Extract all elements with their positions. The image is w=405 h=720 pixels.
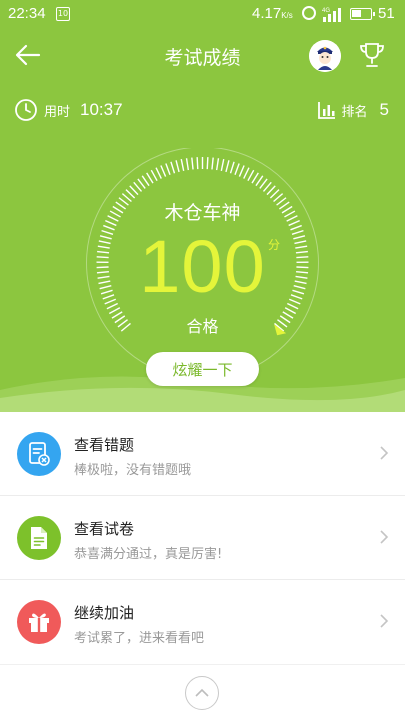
avatar-image (309, 40, 341, 72)
clock-icon (15, 99, 37, 121)
score-header: 22:34 10 4.17K/s 4G 51 考试成绩 用时 10:37 排名 … (0, 0, 405, 412)
time-label: 用时 (44, 104, 71, 120)
gauge-tick (146, 172, 154, 184)
gauge-tick (255, 175, 264, 187)
gauge-tick (234, 163, 240, 176)
gauge-tick (243, 167, 250, 179)
network-speed-value: 4.17 (252, 5, 282, 22)
status-time: 22:34 (8, 5, 46, 22)
trophy-button[interactable] (356, 38, 388, 72)
gauge-tick (160, 165, 167, 177)
scroll-up-button[interactable] (185, 676, 219, 710)
gauge-tick (170, 161, 176, 174)
list-item-view-paper[interactable]: 查看试卷 恭喜满分通过，真是厉害! (0, 496, 405, 580)
gauge-tick (211, 157, 214, 170)
gauge-tick (180, 159, 185, 172)
gauge-tick (125, 189, 136, 199)
gauge-tick (165, 163, 171, 176)
notification-icon: 10 (56, 7, 70, 21)
gauge-tick (269, 189, 280, 199)
chevron-up-icon (195, 688, 209, 697)
score-unit: 分 (268, 238, 281, 252)
pass-status: 合格 (186, 317, 219, 336)
bottom-bar (0, 664, 405, 720)
gauge-tick (229, 161, 235, 174)
rank-label: 排名 (341, 104, 368, 120)
gauge-tick (266, 185, 276, 196)
gauge-tick (196, 157, 199, 170)
rank[interactable]: 排名 5 (317, 96, 389, 124)
error-list-icon (29, 442, 50, 466)
bar-chart-icon (317, 102, 335, 119)
time-used: 用时 10:37 (14, 96, 123, 124)
chevron-right-icon (380, 446, 389, 460)
gauge-tick (191, 157, 194, 170)
rank-value: 5 (379, 100, 389, 119)
list-item-title: 查看错题 (74, 436, 135, 454)
gauge-tick (259, 178, 268, 189)
avatar[interactable] (309, 40, 341, 72)
score-value: 100 (139, 225, 266, 308)
list-item-subtitle: 恭喜满分通过，真是厉害! (74, 547, 223, 562)
menu-icon-bg (17, 600, 61, 644)
gauge-tick (251, 172, 259, 184)
list-item-subtitle: 考试累了，进来看看吧 (74, 631, 205, 646)
list-item-title: 继续加油 (74, 604, 135, 622)
page-title: 考试成绩 (164, 47, 241, 69)
gift-icon (29, 613, 49, 632)
share-button[interactable]: 炫耀一下 (146, 352, 259, 386)
network-type-label: 4G (322, 8, 330, 14)
gauge-tick (155, 167, 162, 179)
network-speed: 4.17K/s (252, 5, 293, 22)
gauge-tick (141, 175, 150, 187)
alarm-icon (302, 6, 316, 20)
menu-icon-bg (17, 432, 61, 476)
action-list: 查看错题 棒极啦，没有错题哦 查看试卷 恭喜满分通过，真是厉害! 继续加油 考试… (0, 412, 405, 664)
battery-icon (350, 8, 375, 20)
score-title: 木仓车神 (164, 202, 241, 224)
menu-icon-bg (17, 516, 61, 560)
status-bar: 22:34 10 4.17K/s 4G 51 (0, 0, 405, 28)
network-speed-unit: K/s (281, 11, 293, 20)
gauge-tick (129, 185, 139, 196)
list-item-subtitle: 棒极啦，没有错题哦 (74, 463, 192, 478)
chevron-right-icon (380, 530, 389, 544)
gauge-tick (137, 178, 146, 189)
gauge-tick (262, 181, 272, 192)
time-value: 10:37 (80, 100, 123, 119)
nav-bar: 考试成绩 (0, 30, 405, 80)
gauge-tick (133, 181, 143, 192)
gauge-tick (206, 157, 209, 170)
trophy-icon (360, 43, 384, 67)
gauge-tick (238, 165, 245, 177)
gauge-tick (150, 169, 158, 182)
gauge-tick (185, 158, 190, 171)
list-item-title: 查看试卷 (74, 520, 135, 538)
gauge-tick (175, 160, 180, 173)
gauge-tick (215, 158, 220, 171)
chevron-right-icon (380, 614, 389, 628)
gauge-tick (225, 160, 230, 173)
list-item-review-mistakes[interactable]: 查看错题 棒极啦，没有错题哦 (0, 412, 405, 496)
document-icon (31, 527, 47, 549)
signal-icon: 4G (322, 8, 341, 22)
gauge-tick (247, 169, 255, 182)
gauge-tick (220, 159, 225, 172)
battery-level: 51 (378, 5, 395, 22)
battery-fill (352, 10, 361, 17)
list-item-keep-going[interactable]: 继续加油 考试累了，进来看看吧 (0, 580, 405, 664)
